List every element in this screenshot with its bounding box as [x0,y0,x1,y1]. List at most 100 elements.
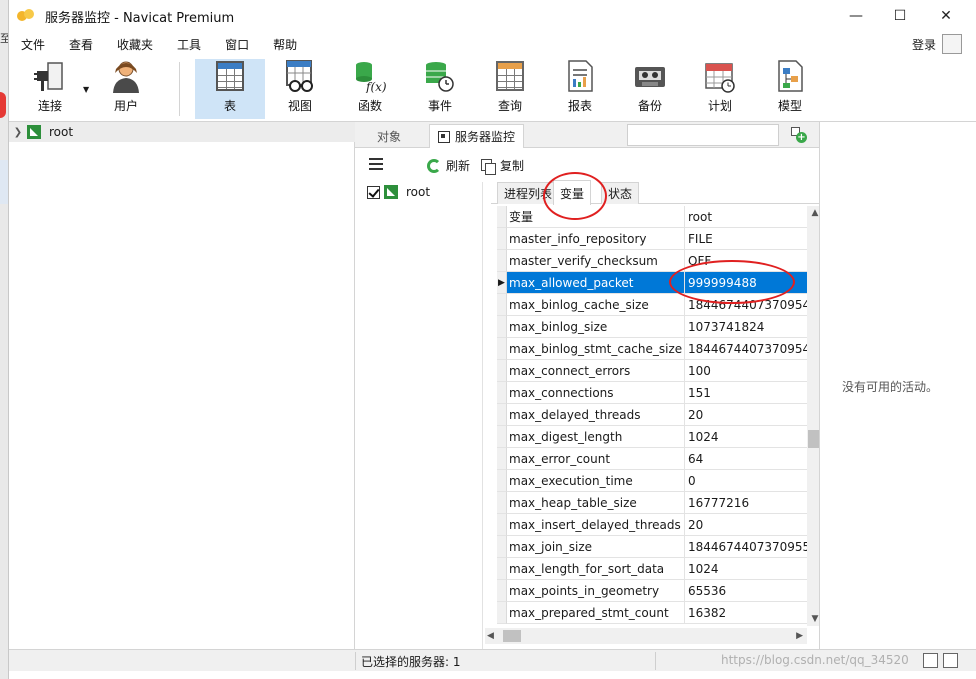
menu-icon[interactable] [369,158,383,170]
table-row[interactable]: max_binlog_cache_size 18446744073709547 [497,294,807,316]
variable-name-cell[interactable]: max_digest_length [507,426,685,448]
table-row[interactable]: max_delayed_threads 20 [497,404,807,426]
grid-horizontal-scrollbar[interactable]: ◀ ▶ [485,628,807,644]
toolbar-user-button[interactable]: 用户 [91,59,161,119]
variable-value-cell[interactable]: 151 [685,382,807,404]
table-row[interactable]: max_digest_length 1024 [497,426,807,448]
variable-value-cell[interactable]: 65536 [685,580,807,602]
table-row[interactable]: max_heap_table_size 16777216 [497,492,807,514]
table-row[interactable]: max_connections 151 [497,382,807,404]
variable-name-cell[interactable]: max_binlog_size [507,316,685,338]
tab-objects[interactable]: 对象 [369,124,409,148]
table-row[interactable]: max_insert_delayed_threads 20 [497,514,807,536]
menu-file[interactable]: 文件 [9,36,57,53]
server-item-root[interactable]: root [359,182,482,202]
maximize-button[interactable]: ☐ [877,0,923,32]
refresh-button[interactable]: 刷新 [427,157,470,174]
variable-value-cell[interactable]: 0 [685,470,807,492]
variable-name-cell[interactable]: max_insert_delayed_threads [507,514,685,536]
table-row[interactable]: max_prepared_stmt_count 16382 [497,602,807,624]
tab-process-list[interactable]: 进程列表 [497,182,560,204]
tab-variables[interactable]: 变量 [553,180,592,205]
variable-name-cell[interactable]: max_allowed_packet [507,272,685,294]
variable-value-cell[interactable]: 16382 [685,602,807,624]
menu-window[interactable]: 窗口 [213,36,261,53]
variable-value-cell[interactable]: 1024 [685,558,807,580]
variable-value-cell[interactable]: 20 [685,514,807,536]
variable-name-cell[interactable]: max_connections [507,382,685,404]
variable-name-cell[interactable]: max_length_for_sort_data [507,558,685,580]
menu-favorites[interactable]: 收藏夹 [105,36,165,53]
variable-name-cell[interactable]: max_execution_time [507,470,685,492]
tab-status[interactable]: 状态 [601,182,640,204]
account-icon[interactable] [942,34,962,54]
variable-name-cell[interactable]: max_binlog_stmt_cache_size [507,338,685,360]
menu-help[interactable]: 帮助 [261,36,309,53]
variable-name-cell[interactable]: max_connect_errors [507,360,685,382]
variable-name-cell[interactable]: max_points_in_geometry [507,580,685,602]
close-button[interactable]: ✕ [923,0,969,32]
copy-button[interactable]: 复制 [481,157,524,175]
variable-value-cell[interactable]: 1073741824 [685,316,807,338]
column-header-variable[interactable]: 变量 [507,206,685,228]
menu-tools[interactable]: 工具 [165,36,213,53]
variable-name-cell[interactable]: master_info_repository [507,228,685,250]
table-row[interactable]: master_info_repository FILE [497,228,807,250]
variable-value-cell[interactable]: 16777216 [685,492,807,514]
server-checkbox[interactable] [367,185,380,199]
variable-name-cell[interactable]: max_prepared_stmt_count [507,602,685,624]
toolbar-model-button[interactable]: 模型 [755,59,825,119]
table-row[interactable]: max_binlog_size 1073741824 [497,316,807,338]
variable-name-cell[interactable]: max_delayed_threads [507,404,685,426]
function-icon: f(x) [354,59,387,94]
toolbar-report-button[interactable]: 报表 [545,59,615,119]
connect-dropdown-icon[interactable]: ▼ [83,85,89,94]
toolbar-connect-button[interactable]: 连接 [15,59,85,119]
variable-value-cell[interactable]: 18446744073709551 [685,536,807,558]
variable-name-cell[interactable]: max_error_count [507,448,685,470]
variable-value-cell[interactable]: 20 [685,404,807,426]
table-row[interactable]: max_join_size 18446744073709551 [497,536,807,558]
table-row[interactable]: max_connect_errors 100 [497,360,807,382]
variable-value-cell[interactable]: 1024 [685,426,807,448]
table-row[interactable]: max_length_for_sort_data 1024 [497,558,807,580]
table-row[interactable]: master_verify_checksum OFF [497,250,807,272]
search-input[interactable] [627,124,779,146]
variable-value-cell[interactable]: FILE [685,228,807,250]
variable-value-cell[interactable]: 100 [685,360,807,382]
scroll-right-icon[interactable]: ▶ [796,628,803,644]
variable-value-cell[interactable]: OFF [685,250,807,272]
table-row[interactable]: max_execution_time 0 [497,470,807,492]
table-row[interactable]: max_points_in_geometry 65536 [497,580,807,602]
add-object-icon[interactable]: + [791,127,807,143]
toolbar-backup-button[interactable]: 备份 [615,59,685,119]
variable-value-cell[interactable]: 999999488 [685,272,807,294]
toolbar-schedule-button[interactable]: 计划 [685,59,755,119]
minimize-button[interactable]: — [833,0,879,32]
tree-item-root[interactable]: ❯ root [9,122,355,142]
chevron-right-icon[interactable]: ❯ [11,127,25,138]
column-header-root[interactable]: root [685,206,807,228]
table-row[interactable]: max_binlog_stmt_cache_size 18446744073709… [497,338,807,360]
toolbar-event-button[interactable]: 事件 [405,59,475,119]
variable-name-cell[interactable]: max_heap_table_size [507,492,685,514]
table-row-selected[interactable]: ▶ max_allowed_packet 999999488 [497,272,807,294]
variable-name-cell[interactable]: max_binlog_cache_size [507,294,685,316]
toolbar-function-button[interactable]: f(x) 函数 [335,59,405,119]
toolbar-query-button[interactable]: 查询 [475,59,545,119]
toolbar-view-button[interactable]: 视图 [265,59,335,119]
login-link[interactable]: 登录 [912,36,936,53]
scroll-thumb[interactable] [503,630,521,642]
variable-value-cell[interactable]: 64 [685,448,807,470]
variable-name-cell[interactable]: master_verify_checksum [507,250,685,272]
variable-name-cell[interactable]: max_join_size [507,536,685,558]
grid-view-icon[interactable] [923,653,938,668]
detail-view-icon[interactable] [943,653,958,668]
scroll-left-icon[interactable]: ◀ [487,628,494,644]
variable-value-cell[interactable]: 18446744073709547 [685,294,807,316]
tab-server-monitor[interactable]: 服务器监控 [429,124,525,148]
table-row[interactable]: max_error_count 64 [497,448,807,470]
variable-value-cell[interactable]: 18446744073709547 [685,338,807,360]
menu-view[interactable]: 查看 [57,36,105,53]
toolbar-table-button[interactable]: 表 [195,59,265,119]
